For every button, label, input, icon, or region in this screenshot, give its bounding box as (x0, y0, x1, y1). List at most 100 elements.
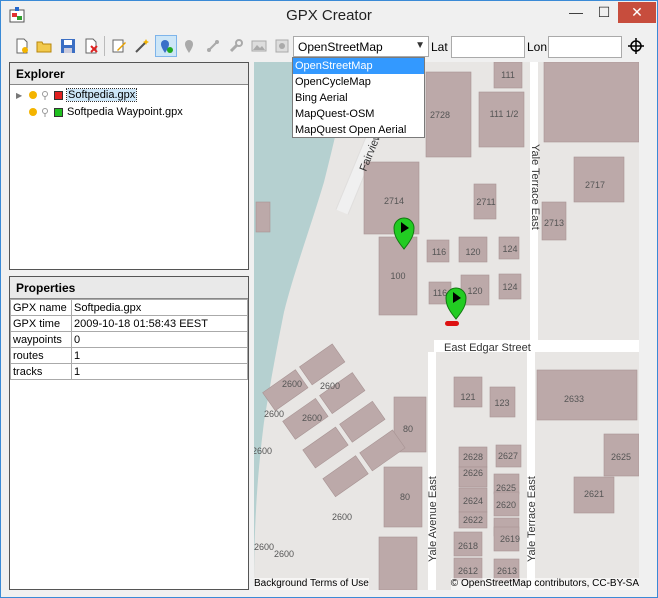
map-source-option[interactable]: MapQuest-OSM (293, 106, 424, 122)
building-label: 2612 (458, 566, 478, 576)
map-source-option[interactable]: MapQuest Open Aerial (293, 122, 424, 138)
tree-item-label: Softpedia.gpx (65, 88, 138, 102)
waypoint-icon[interactable] (179, 35, 201, 57)
lat-label: Lat (431, 40, 448, 54)
property-value[interactable]: Softpedia.gpx (71, 299, 248, 316)
street-label-yale-terrace-north: Yale Terrace East (529, 144, 541, 230)
building-label: 120 (465, 247, 480, 257)
title-bar: GPX Creator — ☐ ✕ (1, 1, 657, 31)
properties-title: Properties (10, 277, 248, 299)
add-waypoint-icon[interactable] (155, 35, 177, 57)
building (378, 536, 418, 590)
table-row: waypoints 0 (10, 331, 248, 348)
magic-wand-icon[interactable] (131, 35, 153, 57)
map-scrollbar[interactable] (639, 62, 656, 590)
photo-icon[interactable] (271, 35, 293, 57)
minimize-button[interactable]: — (562, 2, 590, 23)
property-key: GPX time (10, 315, 72, 332)
maximize-button[interactable]: ☐ (590, 2, 618, 23)
building-label: 2624 (463, 496, 483, 506)
building-label: 116 (433, 288, 447, 298)
pin-icon (42, 108, 48, 117)
app-window: GPX Creator — ☐ ✕ OpenStreetMap ▼ Lat Lo… (0, 0, 658, 598)
close-file-icon[interactable] (80, 35, 102, 57)
property-key: tracks (10, 363, 72, 380)
save-icon[interactable] (57, 35, 79, 57)
building-label: 2600 (282, 379, 302, 389)
street-label-east-edgar: East Edgar Street (444, 342, 531, 354)
property-key: GPX name (10, 299, 72, 316)
explorer-title: Explorer (10, 63, 248, 85)
open-folder-icon[interactable] (33, 35, 55, 57)
property-value[interactable]: 2009-10-18 01:58:43 EEST (71, 315, 248, 332)
crosshair-icon[interactable] (625, 35, 647, 57)
building-label: 2713 (544, 218, 564, 228)
building-label: 2625 (496, 483, 516, 493)
table-row: GPX time 2009-10-18 01:58:43 EEST (10, 315, 248, 332)
building-label: 2626 (463, 468, 483, 478)
toolbar: OpenStreetMap ▼ Lat Lon (5, 33, 655, 59)
map-source-dropdown: OpenStreetMap OpenCycleMap Bing Aerial M… (292, 57, 425, 138)
building-label: 2619 (500, 534, 520, 544)
lat-input[interactable] (451, 36, 525, 58)
building-label: 2621 (584, 489, 604, 499)
chevron-down-icon: ▼ (415, 40, 425, 51)
expand-arrow-icon[interactable]: ▶ (16, 91, 28, 100)
image-icon[interactable] (248, 35, 270, 57)
building-label: 2633 (564, 394, 584, 404)
route-marker[interactable] (445, 321, 459, 326)
building-label: 116 (432, 247, 446, 257)
tree-item-file-2[interactable]: Softpedia Waypoint.gpx (28, 104, 183, 120)
map-canvas[interactable]: 111 2728 111 1/2 2717 2714 2711 2713 116… (254, 62, 639, 590)
close-button[interactable]: ✕ (618, 2, 656, 23)
building-label: 2627 (498, 451, 518, 461)
map-source-option[interactable]: Bing Aerial (293, 90, 424, 106)
new-file-icon[interactable] (11, 35, 33, 57)
building-label: 2728 (430, 110, 450, 120)
building (478, 91, 525, 148)
building-label: 2600 (320, 381, 340, 391)
left-panel: Explorer ▶ Softpedia.gpx Softpedia Waypo… (9, 62, 249, 590)
building-label: 2717 (585, 180, 605, 190)
map-source-select[interactable]: OpenStreetMap ▼ (293, 36, 429, 57)
building-label: 124 (502, 282, 517, 292)
properties-table: GPX name Softpedia.gpx GPX time 2009-10-18… (10, 299, 248, 380)
map-source-option[interactable]: OpenStreetMap (293, 58, 424, 74)
property-value[interactable]: 0 (71, 331, 248, 348)
property-key: waypoints (10, 331, 72, 348)
building-label: 111 1/2 (490, 109, 519, 119)
building-label: 2600 (274, 549, 294, 559)
lon-label: Lon (527, 40, 548, 54)
building-label: 2600 (254, 542, 274, 552)
edit-icon[interactable] (108, 35, 130, 57)
building (255, 201, 271, 233)
toolbar-separator (104, 36, 105, 56)
tree-item-file-1[interactable]: ▶ Softpedia.gpx (16, 87, 138, 103)
wrench-icon[interactable] (225, 35, 247, 57)
tree-item-label: Softpedia Waypoint.gpx (67, 106, 183, 118)
table-row: GPX name Softpedia.gpx (10, 299, 248, 316)
building-label: 2600 (302, 413, 322, 423)
window-title: GPX Creator (286, 7, 372, 24)
building-label: 2600 (254, 446, 272, 456)
building-label: 2600 (332, 512, 352, 522)
property-value[interactable]: 1 (71, 347, 248, 364)
pin-icon (42, 91, 48, 100)
lon-input[interactable] (548, 36, 622, 58)
building-label: 2711 (476, 197, 495, 207)
map-source-option[interactable]: OpenCycleMap (293, 74, 424, 90)
properties-panel: Properties GPX name Softpedia.gpx GPX tim… (9, 276, 249, 590)
building-label: 120 (467, 286, 482, 296)
file-color-swatch (54, 90, 63, 100)
map-view[interactable]: 111 2728 111 1/2 2717 2714 2711 2713 116… (254, 62, 639, 590)
building-label: 80 (400, 492, 410, 502)
building-label: 111 (501, 70, 515, 80)
file-color-swatch (54, 107, 63, 117)
building-label: 2600 (264, 409, 284, 419)
building-label: 2628 (463, 452, 483, 462)
gear-icon (29, 108, 37, 116)
property-value[interactable]: 1 (71, 363, 248, 380)
terms-of-use-link[interactable]: Background Terms of Use (254, 578, 369, 590)
route-icon[interactable] (202, 35, 224, 57)
waypoint-pin[interactable] (445, 287, 467, 320)
